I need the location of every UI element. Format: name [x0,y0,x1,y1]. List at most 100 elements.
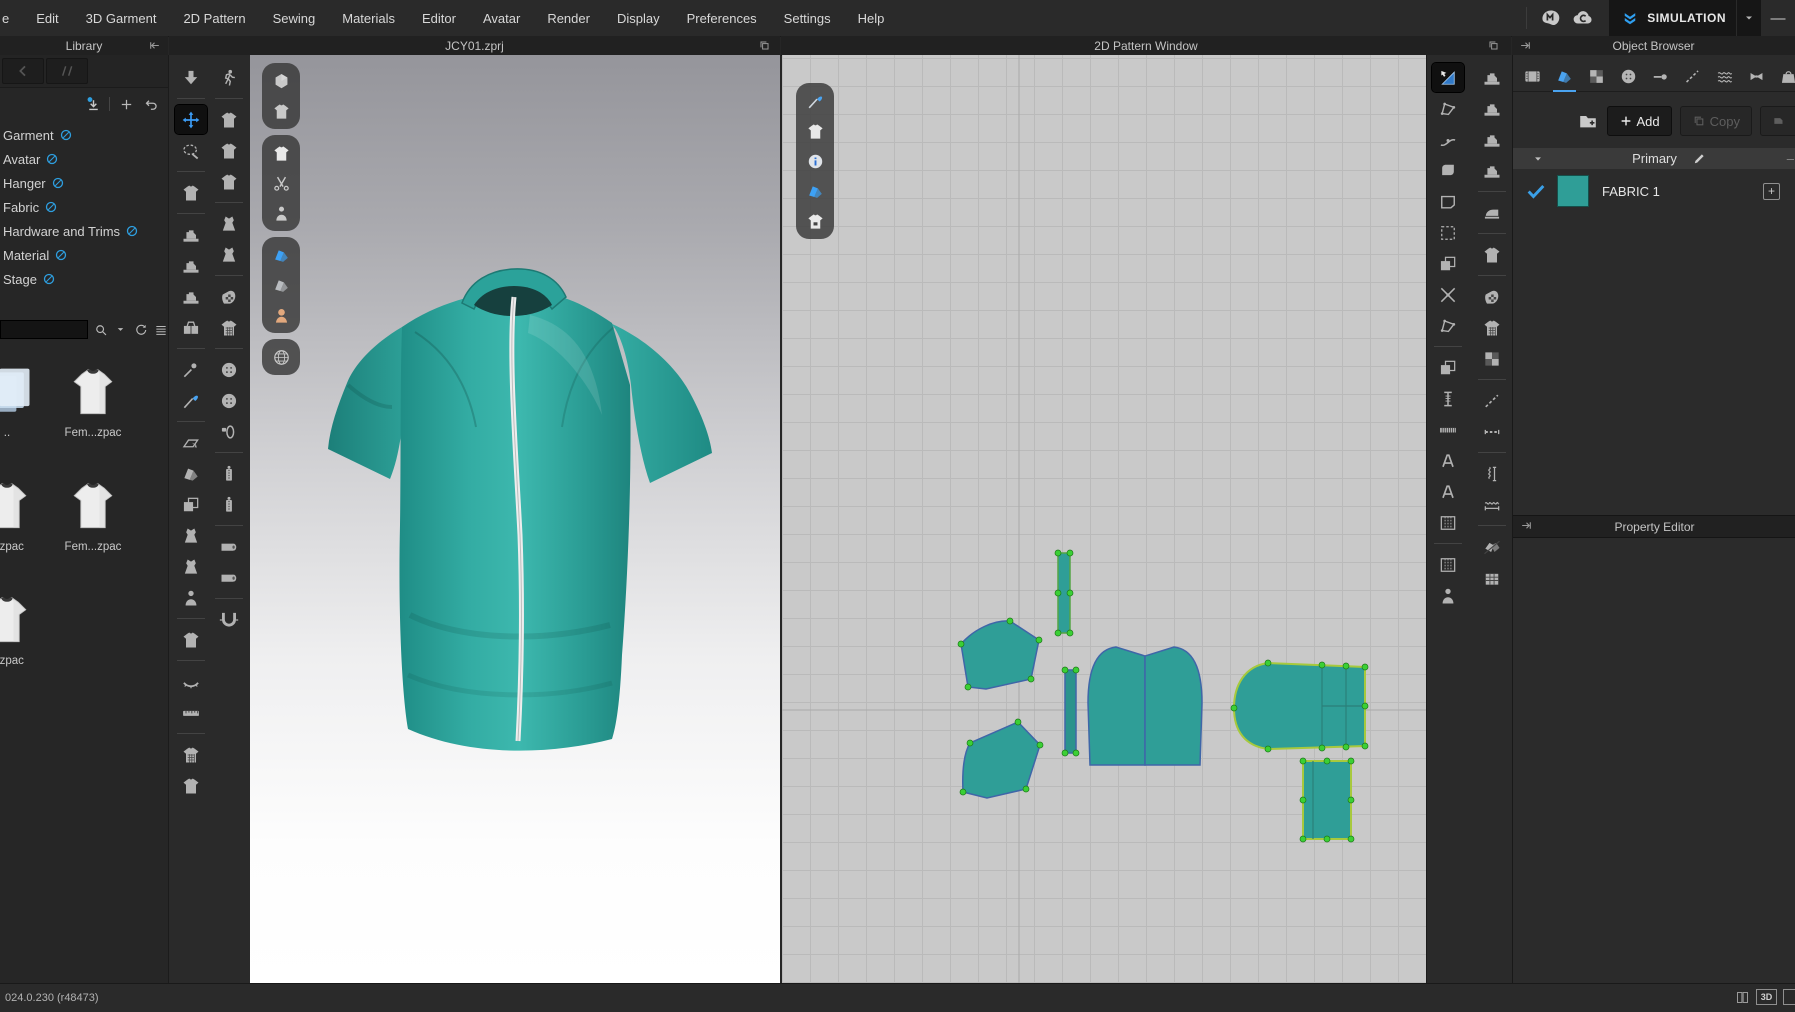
button-tab-icon[interactable] [1619,64,1638,88]
glove-2d-icon[interactable] [1476,282,1508,311]
pattern-cuff-rectangle[interactable] [1302,760,1352,840]
clone-pattern-icon[interactable] [1432,353,1464,382]
simulation-button[interactable]: SIMULATION [1609,0,1736,36]
mesh-garment-icon[interactable] [213,313,245,342]
text-tool-icon[interactable] [1432,477,1464,506]
garment-measure-icon[interactable] [175,740,207,769]
library-category-avatar[interactable]: Avatar [3,147,168,171]
pen-3d-icon[interactable] [175,386,207,415]
checkmark-icon[interactable] [1525,180,1547,202]
columns-view-icon[interactable] [1735,990,1750,1005]
avatar-show-icon[interactable] [267,200,295,226]
trace-pattern-icon[interactable] [1432,311,1464,340]
sew-curve-icon[interactable] [1476,125,1508,154]
library-category-garment[interactable]: Garment [3,123,168,147]
undo-icon[interactable] [142,95,160,113]
library-category-stage[interactable]: Stage [3,267,168,291]
garment-pair-icon[interactable] [175,490,207,519]
primary-section-header[interactable]: Primary – [1513,148,1795,169]
object-browser-titlebar[interactable]: Object Browser [1512,36,1795,56]
view-mode-badge[interactable]: 3D [1756,989,1777,1005]
menu-item-edit[interactable]: Edit [36,11,58,26]
menu-item-display[interactable]: Display [617,11,660,26]
layer-mannequin-icon[interactable] [1432,581,1464,610]
list-view-icon[interactable] [153,322,168,337]
baste-pin-icon[interactable] [1476,386,1508,415]
expand-plus-icon[interactable]: + [1763,182,1780,200]
tack-tab-icon[interactable] [1651,64,1670,88]
viewport3d-titlebar[interactable]: JCY01.zprj [169,36,780,56]
move-icon[interactable] [174,104,208,135]
buttonhole-icon[interactable] [213,417,245,446]
iron-press-icon[interactable] [1476,198,1508,227]
accessory-tab-icon[interactable] [1779,64,1795,88]
button-place-icon[interactable] [213,355,245,384]
menu-item-settings[interactable]: Settings [784,11,831,26]
history-forward-button[interactable] [46,58,88,84]
cloud-download-icon[interactable] [84,95,102,113]
menu-item-editor[interactable]: Editor [422,11,456,26]
checker-2d-icon[interactable] [1476,344,1508,373]
pin-dress-b-icon[interactable] [213,240,245,269]
pattern-placket-strip[interactable] [1064,669,1077,754]
garment-show-icon[interactable] [267,140,295,166]
fold-arrange-icon[interactable] [175,428,207,457]
fabric-list-item[interactable]: FABRIC 1 + [1513,171,1795,211]
library-thumbnail-garment[interactable]: Fem...zpac [60,363,126,439]
zipper-b-icon[interactable] [213,490,245,519]
add-icon[interactable] [117,95,135,113]
shirring-tool-icon[interactable] [1476,490,1508,519]
lasso-brush-icon[interactable] [175,136,207,165]
duplicate-window-icon[interactable] [1485,38,1501,53]
garment-fit-2d-icon[interactable] [1476,240,1508,269]
menu-item-render[interactable]: Render [547,11,590,26]
pattern-outline-icon[interactable] [1432,187,1464,216]
library-thumbnail-parent-folder[interactable]: .. [0,363,40,439]
fabric-color-swatch[interactable] [1557,175,1589,207]
fit-garment-icon[interactable] [175,178,207,207]
mesh-2d-icon[interactable] [1476,313,1508,342]
pin-tack-icon[interactable] [175,355,207,384]
pin-garment-b-icon[interactable] [213,136,245,165]
sew-pieces-icon[interactable] [175,313,207,342]
library-thumbnail-garment[interactable]: ...zpac [0,477,40,553]
add-button[interactable]: Add [1606,106,1672,136]
library-category-fabric[interactable]: Fabric [3,195,168,219]
menu-item-materials[interactable]: Materials [342,11,395,26]
fabric-show-icon[interactable] [267,242,295,268]
dock-right-icon[interactable] [1517,38,1533,53]
pin-dress-icon[interactable] [213,209,245,238]
menu-item-e[interactable]: e [2,11,9,26]
rename-pencil-icon[interactable] [1692,151,1708,167]
collapse-caret-icon[interactable] [1533,154,1543,164]
menu-item-sewing[interactable]: Sewing [273,11,316,26]
pattern-cut-icon[interactable] [1476,532,1508,561]
sew-machine-edit-icon[interactable] [175,251,207,280]
seam-tape-icon[interactable] [1432,415,1464,444]
dock-right-icon[interactable] [1518,518,1534,533]
pattern2d-titlebar[interactable]: 2D Pattern Window [781,36,1511,56]
search-options-caret-icon[interactable] [113,322,128,337]
strip-stack-icon[interactable] [1432,550,1464,579]
pattern-back-yoke[interactable] [960,620,1040,690]
partial-button[interactable] [1760,106,1795,136]
cross-tool-icon[interactable] [1432,280,1464,309]
wrap-drape-icon[interactable] [175,521,207,550]
shirring-pin-icon[interactable] [1476,459,1508,488]
add-from-library-icon[interactable] [1577,110,1599,132]
pattern-front-panel-right[interactable] [1144,646,1203,766]
shirring-tab-icon[interactable] [1715,64,1734,88]
md-badge-icon[interactable] [1535,4,1567,32]
material-tab-icon[interactable] [1587,64,1606,88]
pin-garment-icon[interactable] [213,105,245,134]
menu-item-help[interactable]: Help [858,11,885,26]
sew-free-icon[interactable] [1476,63,1508,92]
pattern-shape-icon[interactable] [1432,156,1464,185]
refresh-icon[interactable] [133,322,148,337]
pattern-scale-icon[interactable] [175,625,207,654]
garment-measure-b-icon[interactable] [175,771,207,800]
wrap-rotate-icon[interactable] [175,552,207,581]
history-back-button[interactable] [2,58,44,84]
copy-button[interactable]: Copy [1679,106,1752,136]
folded-garment-icon[interactable] [175,459,207,488]
